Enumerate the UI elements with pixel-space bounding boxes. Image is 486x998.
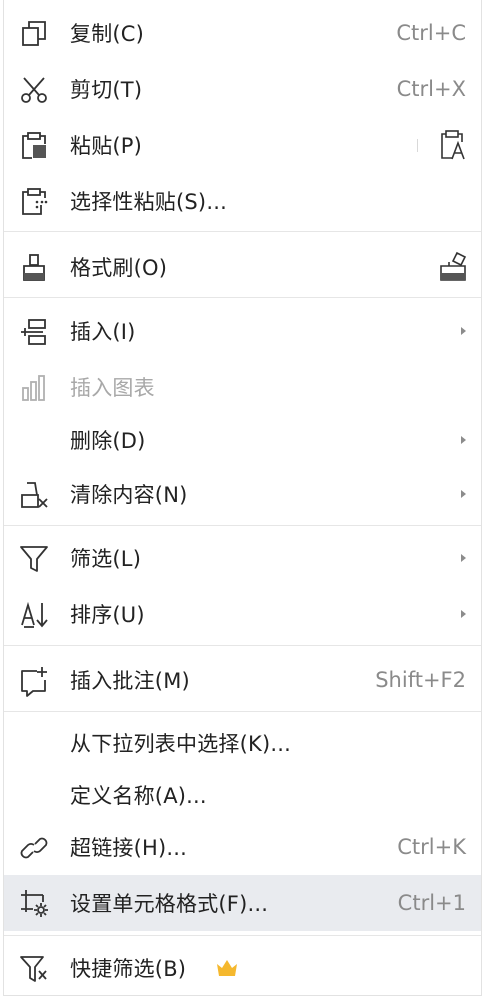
- submenu-arrow-icon: [461, 327, 466, 335]
- hyperlink-shortcut: Ctrl+K: [397, 835, 466, 859]
- paste-text-only-icon[interactable]: [437, 128, 471, 162]
- paste-special-icon: [18, 186, 50, 218]
- menu-item-insert[interactable]: 插入(I): [4, 305, 481, 357]
- copy-label: 复制(C): [70, 22, 145, 46]
- submenu-arrow-icon: [461, 436, 466, 444]
- paste-separator: [417, 139, 418, 152]
- pick-from-list-label: 从下拉列表中选择(K)...: [70, 732, 291, 756]
- menu-item-pick-from-list[interactable]: 从下拉列表中选择(K)...: [4, 717, 481, 769]
- link-icon: [18, 832, 50, 864]
- divider: [4, 711, 481, 712]
- hyperlink-label: 超链接(H)...: [70, 836, 188, 860]
- copy-shortcut: Ctrl+C: [396, 21, 466, 45]
- sort-label: 排序(U): [70, 603, 145, 627]
- clear-contents-label: 清除内容(N): [70, 483, 188, 507]
- multi-brush-icon[interactable]: [437, 250, 471, 284]
- insert-label: 插入(I): [70, 320, 136, 344]
- divider: [4, 297, 481, 298]
- menu-item-insert-comment[interactable]: 插入批注(M) Shift+F2: [4, 654, 481, 706]
- define-name-label: 定义名称(A)...: [70, 784, 207, 808]
- chart-icon: [18, 372, 50, 404]
- cell-format-gear-icon: [18, 887, 50, 919]
- format-cells-shortcut: Ctrl+1: [397, 891, 466, 915]
- menu-item-define-name[interactable]: 定义名称(A)...: [4, 769, 481, 821]
- menu-item-format-painter[interactable]: 格式刷(O): [4, 241, 481, 293]
- comment-add-icon: [18, 665, 50, 697]
- quick-filter-icon: [18, 953, 50, 985]
- copy-icon: [18, 18, 50, 50]
- scissors-icon: [18, 74, 50, 106]
- menu-item-sort[interactable]: 排序(U): [4, 588, 481, 640]
- menu-item-insert-chart: 插入图表: [4, 361, 481, 413]
- menu-item-quick-filter[interactable]: 快捷筛选(B): [4, 942, 481, 994]
- menu-item-format-cells[interactable]: 设置单元格格式(F)... Ctrl+1: [4, 875, 481, 931]
- quick-filter-label: 快捷筛选(B): [70, 957, 187, 981]
- insert-comment-shortcut: Shift+F2: [375, 668, 466, 692]
- menu-item-clear-contents[interactable]: 清除内容(N): [4, 468, 481, 520]
- clipboard-icon: [18, 130, 50, 162]
- paste-label: 粘贴(P): [70, 134, 143, 158]
- cut-shortcut: Ctrl+X: [396, 77, 466, 101]
- format-cells-label: 设置单元格格式(F)...: [70, 892, 269, 916]
- eraser-icon: [18, 479, 50, 511]
- menu-item-hyperlink[interactable]: 超链接(H)... Ctrl+K: [4, 821, 481, 873]
- insert-chart-label: 插入图表: [70, 376, 155, 400]
- insert-icon: [18, 316, 50, 348]
- context-menu: 复制(C) Ctrl+C 剪切(T) Ctrl+X 粘贴(P) 选择性粘贴(S)…: [3, 0, 482, 996]
- submenu-arrow-icon: [461, 490, 466, 498]
- delete-label: 删除(D): [70, 429, 146, 453]
- cut-label: 剪切(T): [70, 78, 143, 102]
- menu-item-copy[interactable]: 复制(C) Ctrl+C: [4, 7, 481, 59]
- menu-item-delete[interactable]: 删除(D): [4, 414, 481, 466]
- format-brush-icon: [18, 252, 50, 284]
- crown-icon: [216, 959, 238, 977]
- sort-icon: [18, 599, 50, 631]
- divider: [4, 935, 481, 936]
- insert-comment-label: 插入批注(M): [70, 669, 190, 693]
- menu-item-paste[interactable]: 粘贴(P): [4, 119, 481, 171]
- filter-label: 筛选(L): [70, 547, 142, 571]
- divider: [4, 525, 481, 526]
- menu-item-paste-special[interactable]: 选择性粘贴(S)...: [4, 175, 481, 227]
- paste-special-label: 选择性粘贴(S)...: [70, 190, 227, 214]
- divider: [4, 231, 481, 232]
- submenu-arrow-icon: [461, 610, 466, 618]
- menu-item-filter[interactable]: 筛选(L): [4, 532, 481, 584]
- filter-icon: [18, 543, 50, 575]
- menu-item-cut[interactable]: 剪切(T) Ctrl+X: [4, 63, 481, 115]
- format-painter-label: 格式刷(O): [70, 256, 168, 280]
- submenu-arrow-icon: [461, 554, 466, 562]
- divider: [4, 645, 481, 646]
